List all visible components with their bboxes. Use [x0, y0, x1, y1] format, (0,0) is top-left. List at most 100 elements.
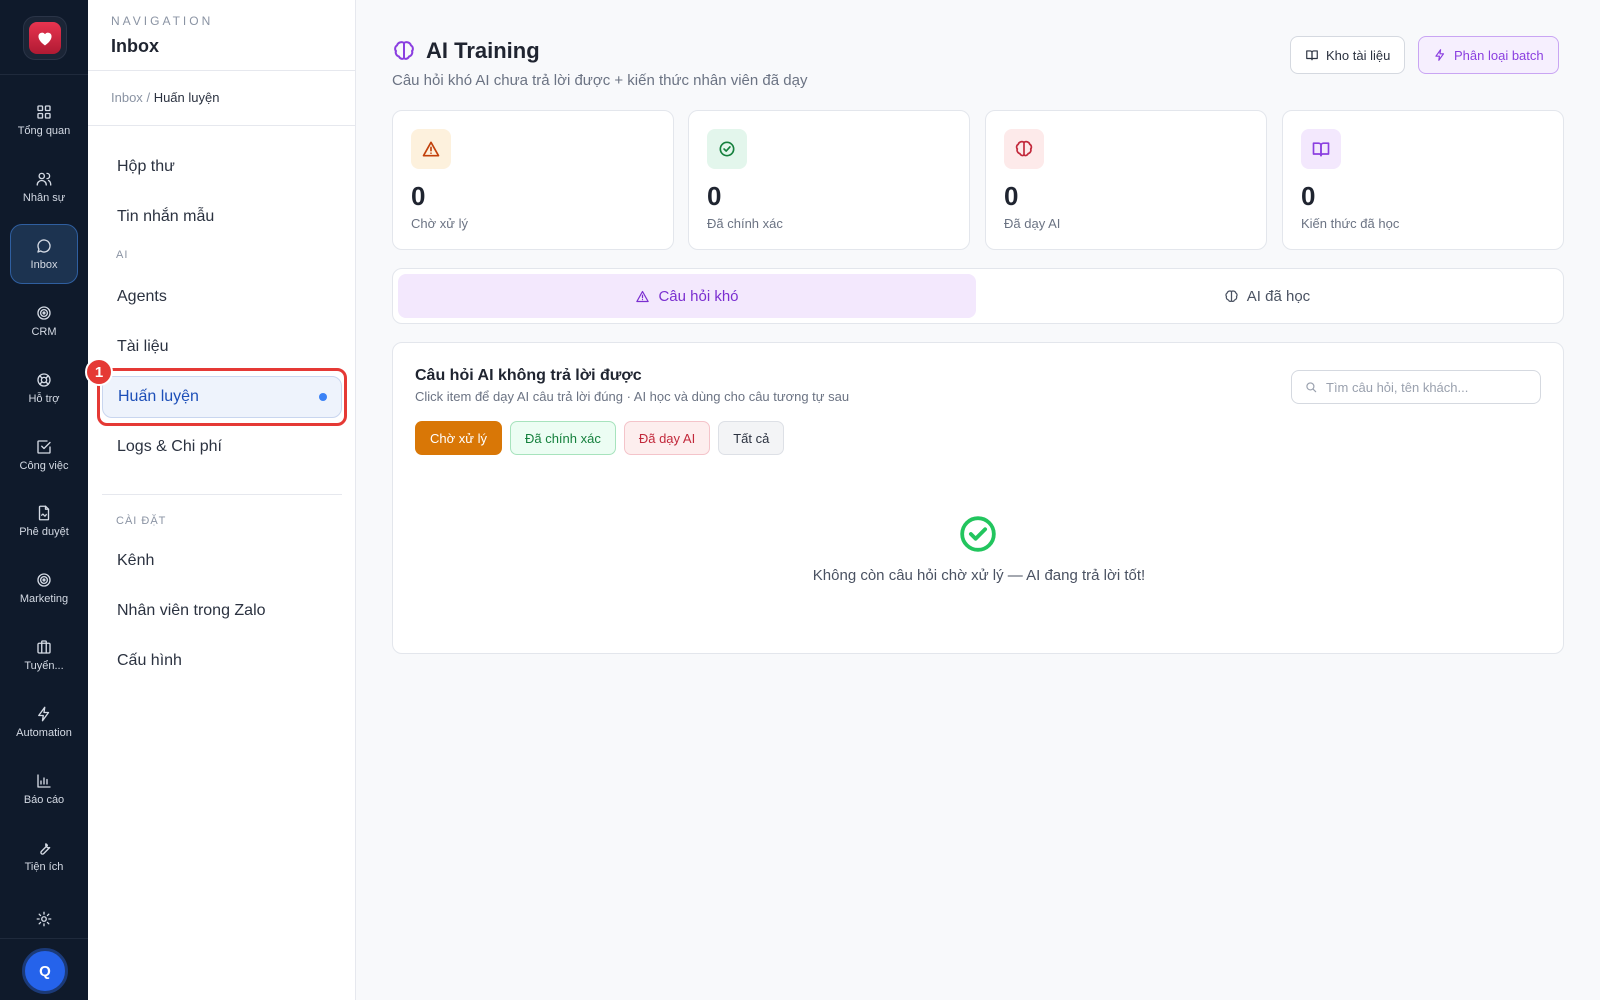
nav-item-agents[interactable]: Agents	[102, 276, 342, 318]
rail-item-marketing[interactable]: Marketing	[10, 558, 78, 618]
rail-item-approval[interactable]: Phê duyệt	[10, 491, 78, 551]
search-icon	[1306, 382, 1317, 393]
breadcrumb-root[interactable]: Inbox	[111, 90, 143, 105]
rail-item-label: Công việc	[19, 460, 69, 472]
tab-ai-learned[interactable]: AI đã học	[976, 274, 1558, 318]
stat-card-knowledge: 0 Kiến thức đã học	[1282, 110, 1564, 250]
bar-chart-icon	[37, 774, 51, 788]
filter-all[interactable]: Tất cả	[718, 421, 785, 455]
stat-card-pending: 0 Chờ xử lý	[392, 110, 674, 250]
rail-divider	[0, 74, 88, 75]
stat-label: Đã chính xác	[707, 216, 783, 231]
filter-taught[interactable]: Đã dạy AI	[623, 421, 711, 455]
page-header: AI Training	[392, 38, 540, 64]
target-icon	[37, 573, 51, 587]
briefcase-icon	[37, 640, 51, 654]
panel-subtitle: Click item để dạy AI câu trả lời đúng · …	[415, 389, 850, 404]
rail-item-label: Phê duyệt	[19, 526, 69, 538]
rail-item-label: Inbox	[30, 259, 58, 271]
nav-group-ai: AI	[116, 249, 129, 261]
bolt-icon	[38, 706, 50, 722]
page-title: AI Training	[426, 38, 540, 63]
nav-group-settings: CÀI ĐẶT	[116, 515, 167, 527]
filter-correct[interactable]: Đã chính xác	[509, 421, 616, 455]
stat-value: 0	[411, 181, 426, 211]
lifebuoy-icon	[37, 373, 51, 387]
divider	[102, 494, 342, 495]
nav-item-config[interactable]: Cấu hình	[102, 640, 342, 682]
rail-divider	[0, 938, 88, 939]
rail-item-label: Nhân sự	[22, 192, 66, 204]
check-circle-icon	[707, 129, 747, 169]
rail-item-staff[interactable]: Nhân sự	[10, 157, 78, 217]
rail-item-label: Marketing	[19, 593, 69, 605]
stat-label: Kiến thức đã học	[1301, 216, 1400, 231]
book-open-icon	[1301, 129, 1341, 169]
docs-button[interactable]: Kho tài liệu	[1290, 36, 1406, 74]
app-rail: Tổng quan Nhân sự Inbox CRM Hỗ trợ Công …	[0, 0, 88, 1000]
stat-label: Đã dạy AI	[1004, 216, 1061, 231]
batch-classify-button[interactable]: Phân loại batch	[1418, 36, 1559, 74]
rail-item-label: Tuyển...	[24, 660, 64, 672]
rail-item-settings[interactable]	[10, 906, 78, 932]
warning-icon	[411, 129, 451, 169]
user-avatar[interactable]: Q	[22, 948, 68, 994]
checkbox-icon	[37, 440, 51, 454]
rail-item-label: Automation	[16, 727, 72, 739]
rail-item-automation[interactable]: Automation	[10, 692, 78, 752]
tab-label: Câu hỏi khó	[658, 287, 739, 305]
chat-icon	[37, 239, 51, 253]
nav-item-mailbox[interactable]: Hộp thư	[102, 146, 342, 188]
filter-pending[interactable]: Chờ xử lý	[415, 421, 502, 455]
nav-title: Inbox	[111, 36, 159, 56]
rail-item-tasks[interactable]: Công việc	[10, 425, 78, 485]
nav-item-channels[interactable]: Kênh	[102, 540, 342, 582]
rail-item-support[interactable]: Hỗ trợ	[10, 358, 78, 418]
rail-item-overview[interactable]: Tổng quan	[10, 90, 78, 150]
stat-label: Chờ xử lý	[411, 216, 468, 231]
breadcrumb-separator: /	[146, 90, 151, 105]
brain-icon	[1004, 129, 1044, 169]
divider	[88, 125, 355, 126]
rail-item-label: Hỗ trợ	[28, 393, 60, 405]
filter-chips: Chờ xử lý Đã chính xác Đã dạy AI Tất cả	[415, 421, 785, 455]
gear-icon	[36, 911, 52, 927]
rail-item-crm[interactable]: CRM	[10, 291, 78, 351]
file-sign-icon	[38, 505, 50, 521]
brain-icon	[394, 41, 414, 60]
stat-value: 0	[707, 181, 722, 211]
brain-icon	[1225, 289, 1238, 302]
nav-item-zalo-staff[interactable]: Nhân viên trong Zalo	[102, 590, 342, 632]
search-box[interactable]	[1291, 370, 1541, 404]
rail-item-label: Tổng quan	[17, 125, 71, 137]
target-icon	[37, 306, 51, 320]
app-logo[interactable]	[23, 16, 67, 60]
panel-title: Câu hỏi AI không trả lời được	[415, 367, 642, 384]
search-input[interactable]	[1326, 379, 1526, 395]
empty-state-text: Không còn câu hỏi chờ xử lý — AI đang tr…	[812, 567, 1146, 584]
stat-value: 0	[1301, 181, 1316, 211]
rail-item-inbox[interactable]: Inbox	[10, 224, 78, 284]
nav-item-logs-costs[interactable]: Logs & Chi phí	[102, 426, 342, 468]
stat-card-correct: 0 Đã chính xác	[688, 110, 970, 250]
tab-hard-questions[interactable]: Câu hỏi khó	[398, 274, 976, 318]
users-icon	[36, 172, 52, 186]
divider	[88, 70, 355, 71]
annotation-highlight	[97, 368, 347, 426]
page-subtitle: Câu hỏi khó AI chưa trả lời được + kiến …	[392, 72, 808, 89]
bolt-icon	[1435, 49, 1445, 61]
nav-item-documents[interactable]: Tài liệu	[102, 326, 342, 368]
rail-item-label: Tiện ích	[24, 861, 64, 873]
batch-classify-label: Phân loại batch	[1454, 47, 1544, 63]
warning-icon	[636, 290, 650, 302]
heart-logo-icon	[29, 22, 61, 54]
book-icon	[1306, 50, 1318, 61]
rail-item-reports[interactable]: Báo cáo	[10, 759, 78, 819]
rail-item-label: CRM	[31, 326, 57, 338]
stat-card-taught: 0 Đã dạy AI	[985, 110, 1267, 250]
step-badge: 1	[85, 358, 113, 386]
rail-item-utilities[interactable]: Tiện ích	[10, 826, 78, 886]
section-nav: NAVIGATION Inbox Inbox / Huấn luyện Hộp …	[88, 0, 356, 1000]
nav-item-templates[interactable]: Tin nhắn mẫu	[102, 196, 342, 238]
rail-item-recruit[interactable]: Tuyển...	[10, 625, 78, 685]
